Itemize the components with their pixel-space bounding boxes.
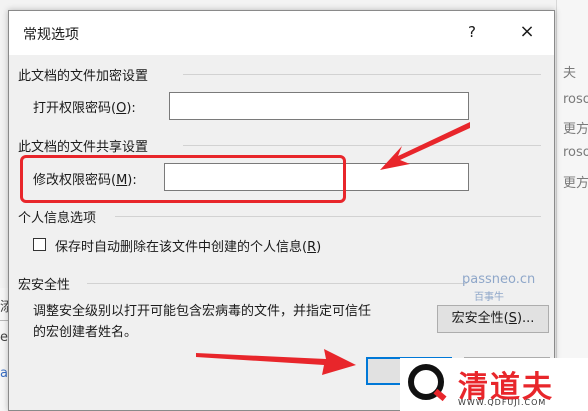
macro-heading: 宏安全性 xyxy=(18,278,71,293)
close-button[interactable]: × xyxy=(514,19,540,45)
open-password-input[interactable] xyxy=(169,92,469,120)
background-text: roso xyxy=(563,145,588,160)
divider xyxy=(183,145,541,146)
background-text: 夫 xyxy=(563,66,577,81)
encryption-heading: 此文档的文件加密设置 xyxy=(18,69,149,84)
logo-q-icon xyxy=(408,364,447,402)
remove-personal-info-label: 保存时自动删除在该文件中创建的个人信息(R) xyxy=(55,240,322,255)
background-window-right: 夫 roso 更方式 roso 更方式 xyxy=(556,0,588,411)
help-button[interactable]: ? xyxy=(461,21,483,43)
arrow-annotation-bottom xyxy=(196,349,356,375)
highlight-box xyxy=(20,155,346,203)
watermark-sub: 百事牛 xyxy=(474,292,504,303)
arrow-annotation-top xyxy=(380,122,470,170)
open-password-label: 打开权限密码(O): xyxy=(33,101,136,116)
background-text: 更方式 xyxy=(563,176,588,191)
brand-logo: 清道夫 WWW.QDFUJI.COM xyxy=(400,358,588,411)
title-bar: 常规选项 ? × xyxy=(9,11,554,55)
watermark-site: passneo.cn xyxy=(462,272,536,287)
logo-url: WWW.QDFUJI.COM xyxy=(458,398,547,407)
macro-security-button[interactable]: 宏安全性(S)... xyxy=(437,305,549,333)
macro-description: 调整安全级别以打开可能包含宏病毒的文件，并指定可信任 的宏创建者姓名。 xyxy=(33,304,372,340)
privacy-heading: 个人信息选项 xyxy=(18,211,97,226)
divider xyxy=(87,283,467,284)
background-text: roso xyxy=(563,92,588,107)
sharing-heading: 此文档的文件共享设置 xyxy=(18,140,149,155)
divider xyxy=(115,216,541,217)
dialog-title: 常规选项 xyxy=(23,27,79,43)
divider xyxy=(183,74,541,75)
remove-personal-info-checkbox[interactable] xyxy=(33,238,46,251)
background-text: 更方式 xyxy=(563,122,588,137)
